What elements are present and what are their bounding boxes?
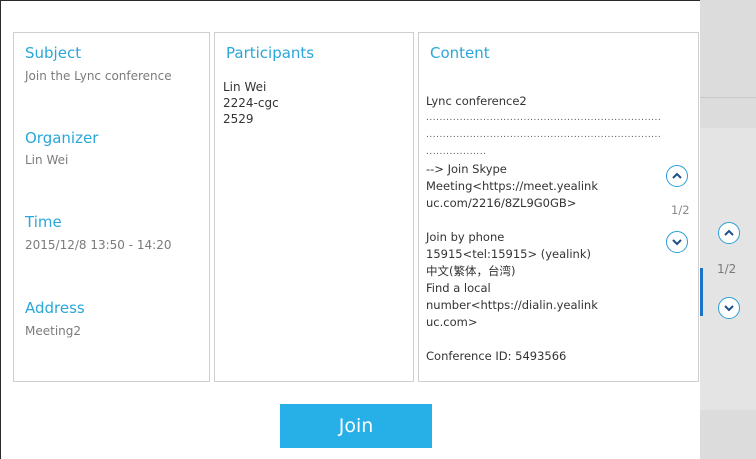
content-line: Conference ID: 5493566 <box>426 349 567 363</box>
organizer-label: Organizer <box>25 129 99 147</box>
participant-item: Lin Wei <box>223 80 267 94</box>
background-scrollbar <box>700 268 703 316</box>
chevron-up-icon <box>724 229 734 236</box>
content-line: .................. <box>426 147 487 157</box>
organizer-value: Lin Wei <box>25 153 69 167</box>
content-link[interactable]: uc.com/2216/8ZL9G0GB> <box>426 195 626 212</box>
content-line[interactable]: 15915<tel:15915> (yealink) <box>426 246 626 263</box>
chevron-down-icon <box>724 305 734 312</box>
subject-value: Join the Lync conference <box>25 69 172 83</box>
address-label: Address <box>25 299 85 317</box>
content-text: Lync conference2 .......................… <box>426 93 662 365</box>
content-panel[interactable]: Content Lync conference2 ...............… <box>418 32 699 382</box>
content-line: ........................................… <box>426 130 662 140</box>
content-link[interactable]: Meeting<https://meet.yealink <box>426 178 626 195</box>
time-value: 2015/12/8 13:50 - 14:20 <box>25 238 172 252</box>
content-scroll-down-button[interactable] <box>666 231 688 253</box>
content-scroll-up-button[interactable] <box>666 165 688 187</box>
participants-list: Lin Wei 2224-cgc 2529 <box>223 79 279 127</box>
content-line: Lync conference2 <box>426 94 527 108</box>
content-link[interactable]: uc.com> <box>426 314 626 331</box>
conference-details-dialog: Subject Join the Lync conference Organiz… <box>0 0 700 459</box>
content-page-indicator: 1/2 <box>671 203 690 217</box>
background-divider <box>700 97 756 98</box>
content-link[interactable]: number<https://dialin.yealink <box>426 297 626 314</box>
participant-item: 2224-cgc <box>223 96 279 110</box>
background-scroll-up-button[interactable] <box>718 222 740 244</box>
address-value: Meeting2 <box>25 324 82 338</box>
time-label: Time <box>25 213 62 231</box>
chevron-down-icon <box>672 239 682 246</box>
content-label: Content <box>430 44 490 62</box>
join-button[interactable]: Join <box>280 404 432 448</box>
content-line: --> Join Skype <box>426 162 507 176</box>
details-panel: Subject Join the Lync conference Organiz… <box>13 32 210 382</box>
content-line <box>426 212 626 229</box>
content-line: Join by phone <box>426 230 505 244</box>
content-line: Find a local <box>426 281 491 295</box>
content-line <box>426 331 626 348</box>
content-line: ........................................… <box>426 113 662 123</box>
participant-item: 2529 <box>223 112 254 126</box>
participants-label: Participants <box>226 44 315 62</box>
participants-panel: Participants Lin Wei 2224-cgc 2529 <box>214 32 414 382</box>
content-line: 中文(繁体，台湾) <box>426 264 516 278</box>
background-scroll-down-button[interactable] <box>718 297 740 319</box>
chevron-up-icon <box>672 172 682 179</box>
background-page-indicator: 1/2 <box>717 262 737 276</box>
subject-label: Subject <box>25 44 82 62</box>
